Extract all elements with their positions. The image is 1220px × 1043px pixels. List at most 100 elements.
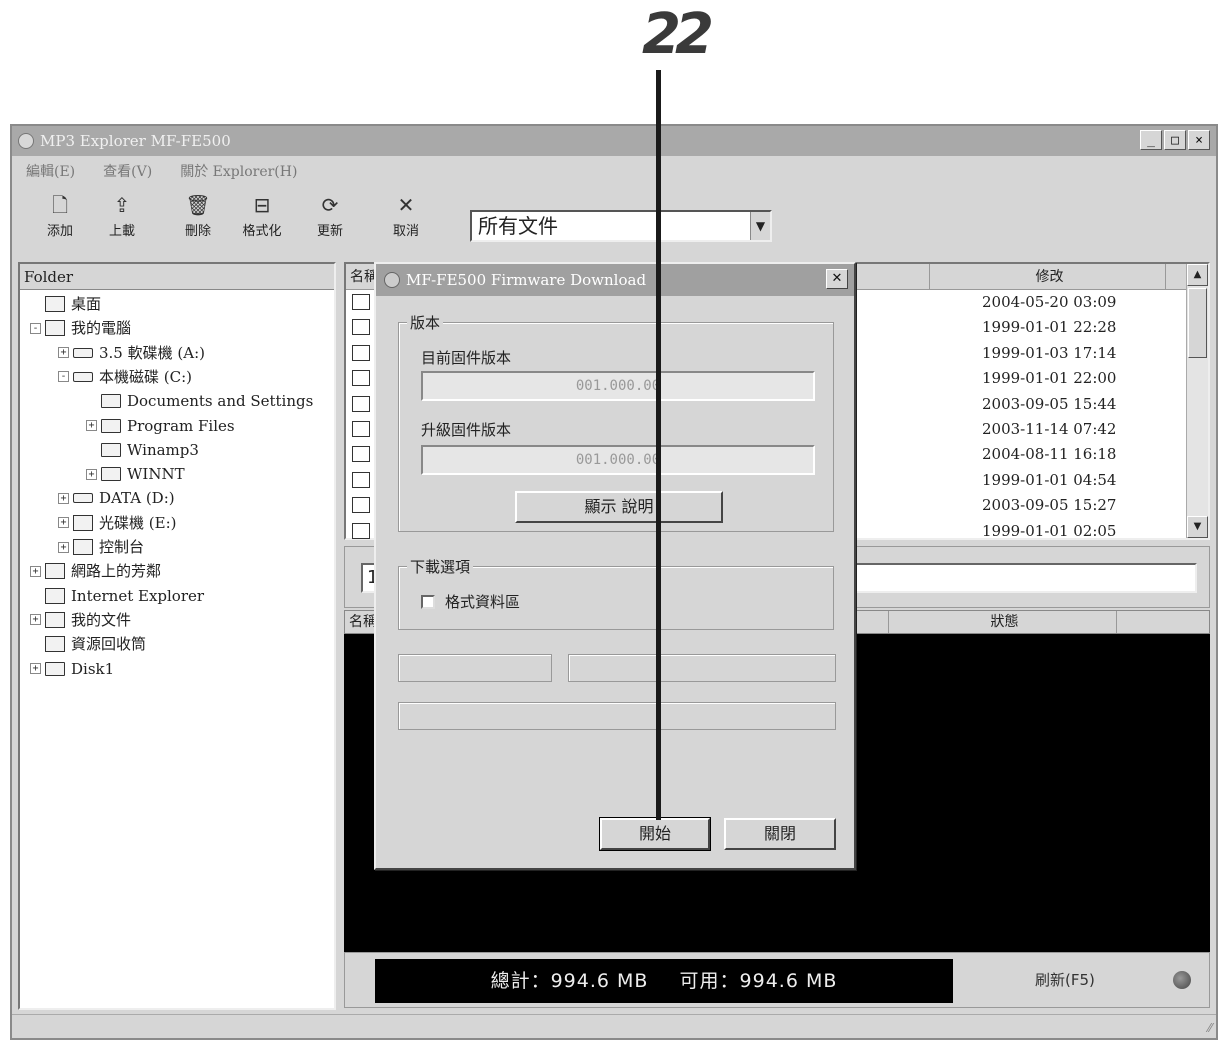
format-button[interactable]: ⊟ 格式化 — [234, 192, 290, 239]
drive-icon — [73, 371, 93, 382]
dialog-title: MF-FE500 Firmware Download — [406, 271, 647, 289]
tree-item[interactable]: + 我的文件 — [30, 608, 131, 632]
tree-item[interactable]: + WINNT — [86, 462, 185, 486]
start-button[interactable]: 開始 — [599, 817, 711, 851]
menu-view[interactable]: 查看(V) — [103, 161, 152, 181]
tree-item-label: DATA (D:) — [99, 489, 175, 508]
tree-item[interactable]: +3.5 軟碟機 (A:) — [58, 341, 205, 365]
format-data-checkbox[interactable] — [421, 595, 435, 609]
download-options-group: 下載選項 格式資料區 — [398, 556, 834, 630]
tree-expander-icon[interactable]: - — [30, 322, 41, 334]
format-disk-icon: ⊟ — [253, 193, 271, 217]
app-icon — [18, 133, 34, 149]
file-modified-date: 1999-01-01 02:05 — [982, 521, 1117, 540]
add-button[interactable]: 🗋 添加 — [32, 192, 88, 239]
dialog-title-bar[interactable]: MF-FE500 Firmware Download ✕ — [376, 264, 854, 296]
tree-item[interactable]: Winamp3 — [86, 438, 199, 462]
version-group-label: 版本 — [407, 312, 444, 333]
tree-item[interactable]: + Program Files — [86, 414, 235, 438]
upgrade-version-field: 001.000.00 — [421, 445, 815, 475]
tree-item[interactable]: + 光碟機 (E:) — [58, 511, 176, 535]
tree-item[interactable]: - 本機磁碟 (C:) — [58, 365, 192, 389]
tree-expander-icon[interactable]: + — [30, 565, 41, 577]
ie-icon — [45, 587, 65, 604]
update-button[interactable]: ⟳ 更新 — [302, 192, 358, 239]
folder-pane-header: Folder — [20, 264, 334, 290]
tree-item-label: 我的電腦 — [71, 319, 132, 338]
chevron-down-icon[interactable]: ▼ — [750, 212, 770, 240]
update-icon: ⟳ — [321, 193, 339, 217]
tree-item-label: 網路上的芳鄰 — [71, 562, 162, 581]
upload-icon: ⇪ — [113, 193, 131, 217]
trash-icon: 🗑 — [185, 193, 211, 217]
upload-button[interactable]: ⇪ 上載 — [94, 192, 150, 239]
show-info-button[interactable]: 顯示 說明 — [515, 491, 723, 523]
resize-grip-icon[interactable]: ⁄⁄ — [1208, 1021, 1212, 1035]
step-number-callout: 22 — [642, 2, 714, 67]
menu-about[interactable]: 關於 Explorer(H) — [180, 161, 297, 181]
scroll-up-icon[interactable]: ▲ — [1187, 264, 1208, 286]
toolbar: 🗋 添加 ⇪ 上載 🗑 刪除 ⊟ 格式化 ⟳ 更新 ✕ 取消 所有文件 ▼ — [12, 192, 1216, 250]
refresh-button[interactable]: 刷新(F5) — [1035, 969, 1095, 990]
cd-icon — [73, 514, 93, 531]
menu-edit[interactable]: 編輯(E) — [26, 161, 75, 181]
close-dialog-button[interactable]: 關閉 — [724, 818, 836, 850]
tree-expander-icon[interactable]: - — [58, 371, 69, 383]
capacity-display: 總計：994.6 MB 可用：994.6 MB — [375, 959, 953, 1003]
close-button[interactable]: × — [1188, 130, 1210, 150]
tree-expander-icon[interactable]: + — [30, 614, 41, 626]
transfer-column-status[interactable]: 狀態 — [889, 611, 1117, 633]
tree-item-label: Disk1 — [71, 659, 115, 678]
file-list-scrollbar[interactable]: ▲ ▼ — [1186, 264, 1208, 538]
tree-expander-icon[interactable]: + — [86, 420, 97, 431]
folder-icon — [101, 467, 121, 482]
available-capacity: 可用：994.6 MB — [679, 970, 838, 992]
tree-item[interactable]: + DATA (D:) — [58, 486, 175, 510]
format-data-label[interactable]: 格式資料區 — [445, 591, 520, 612]
tree-item[interactable]: + 控制台 — [58, 535, 144, 559]
menu-bar: 編輯(E) 查看(V) 關於 Explorer(H) — [12, 156, 1216, 186]
scroll-down-icon[interactable]: ▼ — [1187, 516, 1208, 538]
tree-item-label: 控制台 — [99, 538, 145, 556]
file-icon — [352, 344, 370, 361]
scroll-thumb[interactable] — [1188, 288, 1207, 358]
tree-item-label: 3.5 軟碟機 (A:) — [99, 343, 205, 362]
tree-expander-icon[interactable]: + — [58, 541, 69, 553]
column-modified[interactable]: 修改 — [930, 264, 1166, 290]
callout-pointer-line — [656, 70, 661, 820]
tree-expander-icon[interactable]: + — [30, 663, 41, 674]
dialog-close-icon[interactable]: ✕ — [826, 269, 848, 289]
tree-item[interactable]: 資源回收筒 — [30, 632, 146, 656]
tree-item[interactable]: Internet Explorer — [30, 584, 204, 608]
tree-item[interactable]: - 我的電腦 — [30, 316, 131, 340]
file-icon — [352, 522, 370, 539]
tree-item[interactable]: 桌面 — [30, 292, 101, 316]
network-icon — [45, 563, 65, 580]
tree-expander-icon[interactable]: + — [86, 468, 97, 480]
folder-icon — [101, 394, 121, 409]
tree-item-label: 本機磁碟 (C:) — [99, 367, 193, 386]
delete-button[interactable]: 🗑 刪除 — [170, 192, 226, 239]
cancel-button[interactable]: ✕ 取消 — [378, 192, 434, 239]
capacity-status-bar: 總計：994.6 MB 可用：994.6 MB 刷新(F5) — [344, 952, 1210, 1008]
folder-icon — [101, 442, 121, 457]
file-icon — [352, 421, 370, 437]
cancel-icon: ✕ — [397, 193, 415, 217]
tree-item[interactable]: + 網路上的芳鄰 — [30, 559, 161, 583]
computer-icon — [45, 320, 65, 337]
tree-expander-icon[interactable]: + — [58, 347, 69, 359]
file-icon — [352, 497, 370, 514]
tree-item[interactable]: Documents and Settings — [86, 389, 313, 413]
file-type-select[interactable]: 所有文件 ▼ — [470, 210, 772, 242]
title-bar[interactable]: MP3 Explorer MF-FE500 _ □ × — [12, 126, 1216, 156]
minimize-button[interactable]: _ — [1140, 130, 1162, 150]
current-version-field: 001.000.00 — [421, 371, 815, 401]
tree-item-label: Program Files — [127, 416, 235, 435]
tree-expander-icon[interactable]: + — [58, 517, 69, 529]
version-group: 版本 目前固件版本 001.000.00 升級固件版本 001.000.00 顯… — [398, 312, 834, 532]
maximize-button[interactable]: □ — [1164, 130, 1186, 150]
tree-expander-icon[interactable]: + — [58, 492, 69, 504]
add-file-icon: 🗋 — [51, 193, 69, 217]
folder-icon — [45, 661, 65, 676]
tree-item[interactable]: + Disk1 — [30, 657, 114, 681]
